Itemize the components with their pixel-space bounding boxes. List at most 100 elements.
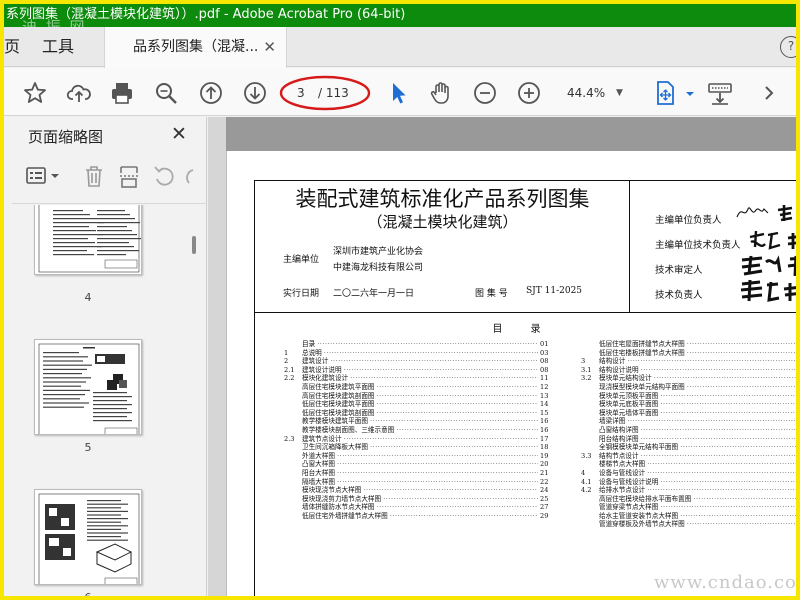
toc-entry[interactable]: 4.2 给排水节点设计 ······························…: [581, 486, 796, 495]
toc-entry-page: 20: [540, 460, 549, 469]
toc-entry[interactable]: 教学楼模块建筑平面图 ······························…: [284, 417, 552, 426]
toc-leader-dots: ········································…: [660, 503, 798, 512]
toc-entry[interactable]: 低层住宅模块建筑平面图 ·····························…: [284, 400, 552, 409]
toc-entry[interactable]: 高层住宅模块建筑平面图 ·····························…: [284, 383, 552, 392]
toc-leader-dots: ········································…: [376, 408, 538, 417]
page-thumbnail[interactable]: [34, 205, 142, 275]
toc-leader-dots: ········································…: [680, 511, 800, 520]
toc-entry[interactable]: 2 建筑设计 ···································…: [284, 357, 552, 366]
toc-entry-title: 设备与管线设计: [599, 468, 646, 477]
chevron-down-icon[interactable]: ▼: [616, 82, 623, 104]
toc-leader-dots: ········································…: [363, 486, 538, 495]
toc-entry[interactable]: 全钢模模块单元结构平面图 ····························…: [581, 443, 796, 452]
toc-entry-title: 建筑设计: [302, 357, 329, 366]
toc-entry[interactable]: 4 设备与管线设计 ································…: [581, 468, 796, 478]
select-arrow-icon[interactable]: [385, 80, 411, 106]
toc-entry[interactable]: 教学楼模块剖面图、三维示意图 ··························…: [284, 426, 552, 435]
page-up-icon[interactable]: [198, 80, 224, 106]
document-view[interactable]: 装配式建筑标准化产品系列图集 （混凝土模块化建筑） 主编单位 深圳市建筑产业化协…: [208, 117, 800, 596]
panel-close-icon[interactable]: ✕: [171, 123, 187, 145]
toc-entry[interactable]: 高层住宅模块建筑剖面图 ·····························…: [284, 392, 552, 401]
toc-entry-title: 管道穿楼板及外墙节点大样图: [599, 520, 685, 529]
toc-entry[interactable]: 阳台结构详图 ··································…: [581, 434, 796, 444]
toc-entry-title: 隔墙大样图: [302, 477, 335, 486]
more-icon[interactable]: [756, 80, 774, 106]
toc-entry[interactable]: 2.3 建筑节点设计 ·······························…: [284, 435, 552, 444]
toc-entry-number: 2: [284, 357, 289, 366]
tab-tools[interactable]: 页 工具: [4, 27, 104, 67]
toc-entry-number: 2.2: [284, 374, 295, 383]
toc-entry[interactable]: 凸窗大样图 ···································…: [284, 460, 552, 469]
toc-heading: 目录: [492, 324, 569, 335]
toc-entry[interactable]: 墙梁详图 ····································…: [581, 417, 799, 426]
toc-entry-page: 29: [540, 511, 549, 520]
toc-entry[interactable]: 4.1 设备与管线设计说明 ····························…: [581, 478, 796, 487]
tab-tools-label: 工具: [42, 37, 75, 56]
thumbnail-options-icon[interactable]: [26, 163, 60, 189]
toc-entry[interactable]: 模块单元顶板平面图 ·······························…: [581, 392, 796, 401]
tab-document[interactable]: 品系列图集（混凝... ✕: [104, 27, 287, 68]
toc-entry[interactable]: 低层住宅外墙拼缝节点大样图 ···························…: [284, 512, 552, 521]
page-number-field[interactable]: 3 / 113: [288, 82, 364, 104]
toc-entry[interactable]: 3 结构设计 ···································…: [581, 357, 796, 366]
panel-scrollbar[interactable]: [192, 236, 196, 254]
trash-icon[interactable]: [82, 163, 106, 189]
panel-toolbar: [20, 163, 207, 191]
toc-leader-dots: ········································…: [627, 417, 799, 426]
toc-entry[interactable]: 管道穿梁节点大样图 ·······························…: [581, 503, 798, 512]
toc-entry[interactable]: 凸窗结构详图 ··································…: [581, 426, 796, 435]
current-page-input[interactable]: 3: [297, 82, 305, 104]
toc-entry[interactable]: 管道穿楼板及外墙节点大样图 ···························…: [581, 520, 796, 529]
toc-entry[interactable]: 墙体拼缝防水节点大样图 ·····························…: [284, 503, 552, 512]
page-thumbnail[interactable]: [34, 339, 142, 435]
toc-entry[interactable]: 高层住宅模块给排水平面布置图 ··························…: [581, 495, 796, 504]
toc-leader-dots: ········································…: [660, 408, 798, 417]
toc-entry[interactable]: 2.2 模块化建筑设计 ······························…: [284, 374, 552, 383]
toc-entry[interactable]: 现浇模型模块单元结构平面图 ···························…: [581, 383, 796, 392]
extract-pages-icon[interactable]: [117, 163, 141, 189]
toc-entry[interactable]: 模块单元底板平面图 ·······························…: [581, 400, 796, 409]
toc-entry[interactable]: 1 总说明 ····································…: [284, 349, 552, 358]
star-icon[interactable]: [22, 80, 48, 106]
toc-entry[interactable]: 阳台大样图 ···································…: [284, 469, 552, 478]
toc-entry[interactable]: 隔墙大样图 ···································…: [284, 478, 552, 487]
zoom-search-icon[interactable]: [153, 80, 179, 106]
toc-entry-page: 15: [540, 408, 549, 417]
responsible-label: 主编单位负责人: [655, 215, 722, 226]
thumbnail-list: 4 5 6: [12, 205, 200, 596]
previous-page-edge: [226, 117, 796, 151]
toc-entry[interactable]: 卫生间沉箱降板大样图 ······························…: [284, 443, 552, 452]
scan-icon[interactable]: [707, 80, 733, 106]
toc-entry[interactable]: 楼梯节点大样图 ·································…: [581, 460, 796, 469]
toc-leader-dots: ········································…: [376, 503, 538, 512]
toc-entry-page: 27: [540, 503, 549, 512]
toc-entry[interactable]: 模块现浇剪力墙节点大样图 ····························…: [284, 495, 552, 504]
toc-entry[interactable]: 模块现浇节点大样图 ·······························…: [284, 486, 552, 495]
zoom-level-select[interactable]: 44.4% ▼: [561, 82, 631, 104]
toc-entry-title: 模块单元底板平面图: [599, 400, 659, 409]
undo-icon[interactable]: [152, 163, 176, 189]
zoom-out-icon[interactable]: [472, 80, 498, 106]
toc-entry[interactable]: 低层住宅楼板拼缝节点大样图 ···························…: [581, 349, 796, 358]
redo-icon[interactable]: [184, 163, 194, 189]
chevron-down-icon[interactable]: [677, 80, 694, 106]
fit-page-icon[interactable]: [652, 80, 678, 106]
zoom-in-icon[interactable]: [516, 80, 542, 106]
help-icon[interactable]: ?: [780, 36, 796, 58]
toc-leader-dots: ········································…: [337, 477, 538, 486]
tab-close-icon[interactable]: ✕: [263, 27, 276, 67]
cloud-upload-icon[interactable]: [66, 80, 92, 106]
print-icon[interactable]: [109, 80, 135, 106]
toc-entry-title: 墙体拼缝防水节点大样图: [302, 503, 375, 512]
site-watermark-bottom: www.cndao.com: [654, 572, 800, 593]
page-down-icon[interactable]: [242, 80, 268, 106]
toc-entry[interactable]: 目录 ······································…: [284, 340, 552, 349]
toc-entry[interactable]: 3.2 模块单元结构设计 ·····························…: [581, 374, 796, 383]
toc-entry-page: 18: [540, 443, 549, 452]
toc-entry-number: 2.1: [284, 365, 295, 374]
toc-entry[interactable]: 低层住宅屋面拼缝节点大样图 ···························…: [581, 340, 796, 349]
signature-2: [749, 230, 796, 250]
page-thumbnail[interactable]: [34, 489, 142, 585]
toc-entry-title: 阳台结构详图: [599, 434, 639, 443]
hand-icon[interactable]: [428, 80, 454, 106]
